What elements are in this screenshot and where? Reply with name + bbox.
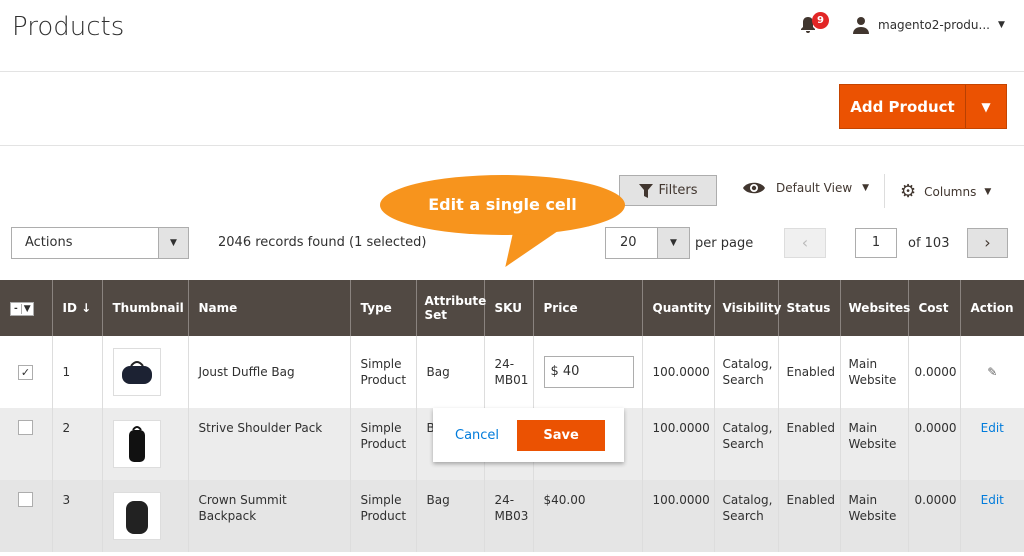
table-row: 3 Crown Summit Backpack Simple Product B… bbox=[0, 480, 1024, 552]
notification-badge[interactable]: 9 bbox=[812, 12, 829, 29]
cell-quantity: 100.0000 bbox=[641, 336, 714, 408]
col-action: Action bbox=[959, 280, 1024, 336]
row-checkbox[interactable] bbox=[18, 420, 33, 435]
cell-cost: 0.0000 bbox=[907, 480, 960, 552]
cell-name: Joust Duffle Bag bbox=[187, 336, 350, 408]
cell-type: Simple Product bbox=[349, 408, 416, 480]
cell-type: Simple Product bbox=[349, 336, 416, 408]
backpack-image bbox=[125, 501, 148, 534]
edit-link[interactable]: Edit bbox=[981, 493, 1004, 507]
col-cost[interactable]: Cost bbox=[907, 280, 960, 336]
gear-icon: ⚙ bbox=[900, 181, 917, 202]
chevron-down-icon[interactable]: ▼ bbox=[657, 228, 689, 258]
cell-visibility: Catalog, Search bbox=[713, 336, 778, 408]
col-type[interactable]: Type bbox=[349, 280, 416, 336]
table-row: ✓ 1 Joust Duffle Bag Simple Product Bag … bbox=[0, 336, 1024, 408]
cell-sku: 24-MB01 bbox=[483, 336, 533, 408]
cell-attribute-set: Bag bbox=[415, 480, 484, 552]
price-input[interactable]: $ 40 bbox=[543, 356, 634, 388]
cell-status: Enabled bbox=[777, 336, 840, 408]
cell-websites: Main Website bbox=[839, 408, 908, 480]
prev-page-button[interactable]: ‹ bbox=[784, 228, 826, 258]
user-name: magento2-produ... bbox=[878, 18, 990, 32]
col-price[interactable]: Price bbox=[532, 280, 642, 336]
save-button[interactable]: Save bbox=[517, 419, 606, 451]
cell-sku: 24-MB03 bbox=[483, 480, 533, 552]
default-view-label: Default View bbox=[776, 181, 853, 195]
total-pages: of 103 bbox=[908, 236, 950, 251]
chevron-down-icon: ▼ bbox=[862, 183, 870, 193]
cell-price: $40.00 bbox=[532, 480, 642, 552]
cell-type: Simple Product bbox=[349, 480, 416, 552]
row-checkbox[interactable] bbox=[18, 492, 33, 507]
page-input[interactable]: 1 bbox=[855, 228, 897, 258]
actions-dropdown[interactable]: Actions ▼ bbox=[11, 227, 189, 259]
divider bbox=[0, 71, 1024, 72]
col-name[interactable]: Name bbox=[187, 280, 350, 336]
divider bbox=[884, 174, 885, 208]
row-checkbox[interactable]: ✓ bbox=[18, 365, 33, 380]
pencil-icon[interactable]: ✎ bbox=[987, 365, 997, 379]
filter-icon bbox=[638, 183, 653, 198]
col-status[interactable]: Status bbox=[777, 280, 840, 336]
per-page-label: per page bbox=[695, 236, 754, 251]
cell-cost: 0.0000 bbox=[907, 408, 960, 480]
cell-visibility: Catalog, Search bbox=[713, 408, 778, 480]
chevron-down-icon[interactable]: ▼ bbox=[966, 85, 1006, 128]
actions-value: Actions bbox=[25, 235, 73, 250]
columns-label: Columns bbox=[924, 184, 977, 199]
records-count: 2046 records found (1 selected) bbox=[218, 235, 427, 250]
cancel-button[interactable]: Cancel bbox=[455, 428, 499, 443]
mass-select[interactable]: - ▼ bbox=[0, 280, 52, 336]
chevron-down-icon: ▼ bbox=[997, 20, 1005, 30]
next-page-button[interactable]: › bbox=[967, 228, 1008, 258]
col-quantity[interactable]: Quantity bbox=[641, 280, 714, 336]
thumbnail[interactable] bbox=[112, 420, 161, 468]
col-thumbnail: Thumbnail bbox=[101, 280, 188, 336]
col-id[interactable]: ID ↓ bbox=[51, 280, 102, 336]
user-icon bbox=[853, 17, 869, 34]
inline-edit-actions: Cancel Save bbox=[433, 408, 624, 462]
cell-attribute-set: Bag bbox=[415, 336, 484, 408]
filters-label: Filters bbox=[658, 183, 698, 198]
cell-name: Strive Shoulder Pack bbox=[187, 408, 350, 480]
add-product-label[interactable]: Add Product bbox=[840, 85, 966, 128]
cell-quantity: 100.0000 bbox=[641, 480, 714, 552]
col-websites[interactable]: Websites bbox=[839, 280, 910, 336]
thumbnail[interactable] bbox=[112, 492, 161, 540]
cell-name: Crown Summit Backpack bbox=[187, 480, 350, 552]
cell-websites: Main Website bbox=[839, 480, 908, 552]
cell-status: Enabled bbox=[777, 480, 840, 552]
columns-dropdown[interactable]: ⚙ Columns ▼ bbox=[900, 181, 991, 202]
cell-id: 2 bbox=[51, 408, 102, 480]
default-view-dropdown[interactable]: Default View ▼ bbox=[742, 181, 869, 195]
cell-id: 3 bbox=[51, 480, 102, 552]
chevron-left-icon: ‹ bbox=[801, 233, 809, 252]
duffle-bag-image bbox=[121, 361, 152, 384]
chevron-down-icon: ▼ bbox=[984, 186, 992, 197]
chevron-down-icon[interactable]: ▼ bbox=[158, 228, 188, 258]
backpack-image bbox=[128, 426, 145, 462]
thumbnail[interactable] bbox=[112, 348, 161, 396]
cell-websites: Main Website bbox=[839, 336, 908, 408]
user-menu[interactable]: magento2-produ... ▼ bbox=[852, 16, 1005, 34]
filters-button[interactable]: Filters bbox=[619, 175, 717, 206]
divider bbox=[0, 145, 1024, 146]
page-title: Products bbox=[12, 12, 125, 42]
cell-cost: 0.0000 bbox=[907, 336, 960, 408]
chevron-right-icon: › bbox=[984, 233, 991, 252]
col-attribute-set[interactable]: Attribute Set bbox=[415, 280, 486, 336]
per-page-select[interactable]: 20 ▼ bbox=[605, 227, 690, 259]
edit-link[interactable]: Edit bbox=[981, 421, 1004, 435]
add-product-button[interactable]: Add Product ▼ bbox=[839, 84, 1007, 129]
cell-visibility: Catalog, Search bbox=[713, 480, 778, 552]
col-sku[interactable]: SKU bbox=[483, 280, 533, 336]
callout-bubble: Edit a single cell bbox=[380, 175, 625, 235]
col-visibility[interactable]: Visibility bbox=[713, 280, 781, 336]
cell-status: Enabled bbox=[777, 408, 840, 480]
cell-id: 1 bbox=[51, 336, 102, 408]
per-page-value: 20 bbox=[620, 235, 637, 250]
eye-icon bbox=[743, 182, 765, 194]
cell-quantity: 100.0000 bbox=[641, 408, 714, 480]
